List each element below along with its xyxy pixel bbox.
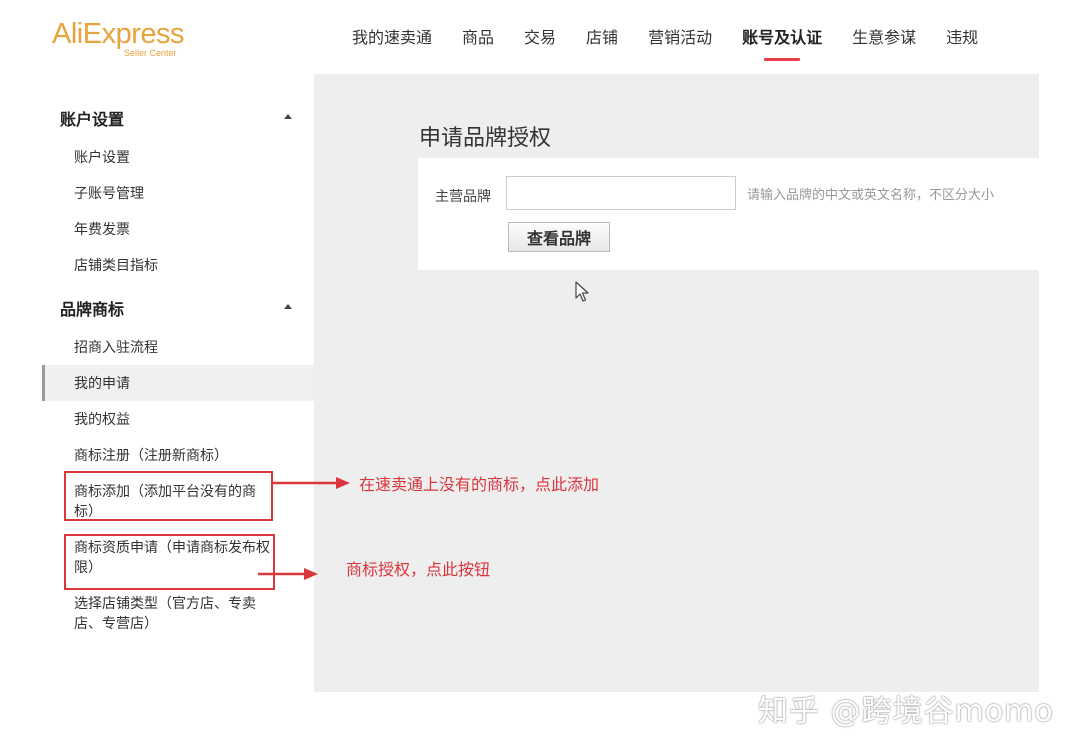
- aliexpress-logo[interactable]: AliExpress Seller Center: [52, 18, 185, 58]
- highlight-box-trademark-qualification: [64, 534, 275, 590]
- sidebar-item-category-metrics[interactable]: 店铺类目指标: [74, 256, 158, 276]
- sidebar: 账户设置 账户设置 子账号管理 年费发票 店铺类目指标 品牌商标 招商入驻流程 …: [42, 74, 314, 692]
- annotation-arrow-icon: [258, 568, 318, 580]
- main-brand-label: 主营品牌: [435, 189, 491, 205]
- main-nav: 我的速卖通 商品 交易 店铺 营销活动 账号及认证 生意参谋 违规: [352, 24, 1008, 64]
- nav-item-account-certification[interactable]: 账号及认证: [742, 24, 822, 64]
- logo-subtitle: Seller Center: [124, 48, 177, 58]
- nav-item-orders[interactable]: 交易: [524, 24, 556, 64]
- sidebar-item-onboarding-process[interactable]: 招商入驻流程: [74, 338, 158, 358]
- mouse-cursor-icon: [575, 281, 589, 302]
- nav-item-marketing[interactable]: 营销活动: [648, 24, 712, 64]
- nav-item-business-advisor[interactable]: 生意参谋: [852, 24, 916, 64]
- nav-item-store[interactable]: 店铺: [586, 24, 618, 64]
- collapse-caret-icon[interactable]: [284, 114, 292, 119]
- logo-ali-text: Ali: [52, 18, 83, 50]
- page-title: 申请品牌授权: [419, 126, 552, 151]
- brand-search-card: 主营品牌 请输入品牌的中文或英文名称，不区分大小 查看品牌: [418, 158, 1039, 270]
- sidebar-item-store-type[interactable]: 选择店铺类型（官方店、专卖店、专营店）: [74, 594, 274, 634]
- view-brand-button[interactable]: 查看品牌: [508, 222, 610, 252]
- annotation-add-trademark: 在速卖通上没有的商标，点此添加: [359, 475, 600, 494]
- sidebar-item-my-rights[interactable]: 我的权益: [74, 410, 130, 430]
- annotation-authorize-trademark: 商标授权，点此按钮: [346, 560, 491, 579]
- page: AliExpress Seller Center 我的速卖通 商品 交易 店铺 …: [0, 0, 1080, 751]
- sidebar-item-account-settings[interactable]: 账户设置: [74, 148, 130, 168]
- sidebar-item-my-applications[interactable]: 我的申请: [74, 374, 130, 394]
- nav-item-violations[interactable]: 违规: [946, 24, 978, 64]
- sidebar-group-brand-trademark[interactable]: 品牌商标: [60, 296, 124, 320]
- brand-input-hint: 请输入品牌的中文或英文名称，不区分大小: [747, 188, 995, 203]
- sidebar-item-trademark-registration[interactable]: 商标注册（注册新商标）: [74, 446, 228, 466]
- top-header: AliExpress Seller Center 我的速卖通 商品 交易 店铺 …: [42, 0, 1039, 74]
- collapse-caret-icon[interactable]: [284, 304, 292, 309]
- annotation-arrow-icon: [272, 477, 350, 489]
- sidebar-group-account-settings[interactable]: 账户设置: [60, 106, 124, 130]
- nav-item-my-aliexpress[interactable]: 我的速卖通: [352, 24, 432, 64]
- sidebar-item-sub-accounts[interactable]: 子账号管理: [74, 184, 144, 204]
- sidebar-item-annual-fee-invoice[interactable]: 年费发票: [74, 220, 130, 240]
- main-content: 申请品牌授权 主营品牌 请输入品牌的中文或英文名称，不区分大小 查看品牌: [314, 74, 1039, 692]
- zhihu-watermark: 知乎 @跨境谷momo: [758, 694, 1054, 729]
- logo-express-text: Express: [82, 18, 185, 50]
- nav-item-products[interactable]: 商品: [462, 24, 494, 64]
- active-tab-underline: [764, 58, 801, 61]
- brand-name-input[interactable]: [506, 176, 736, 210]
- highlight-box-trademark-add: [64, 471, 273, 521]
